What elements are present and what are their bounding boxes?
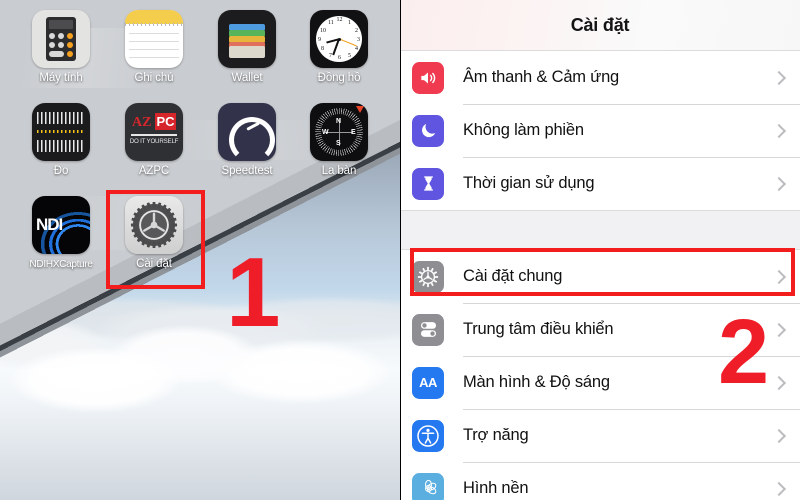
app-icon-ndihxcapture[interactable]: NDI NDIHXCapture bbox=[25, 196, 97, 271]
settings-gear-icon bbox=[125, 196, 183, 254]
speaker-icon bbox=[412, 61, 444, 94]
wallpaper-icon bbox=[412, 472, 444, 500]
moon-icon bbox=[412, 114, 444, 147]
app-icon-do[interactable]: Đo bbox=[32, 103, 90, 178]
chevron-right-icon bbox=[771, 123, 787, 138]
hourglass-icon bbox=[412, 167, 444, 200]
chevron-right-icon bbox=[771, 176, 787, 191]
app-label: Cài đặt bbox=[136, 258, 172, 270]
ndi-icon: NDI bbox=[32, 196, 90, 254]
app-label: Ghi chú bbox=[134, 72, 174, 84]
settings-row-tro-nang[interactable]: Trợ năng bbox=[400, 409, 800, 462]
speedtest-icon bbox=[218, 103, 276, 161]
app-icon-speedtest[interactable]: Speedtest bbox=[218, 103, 276, 178]
settings-row-label: Hình nền bbox=[463, 479, 529, 497]
page-title: Cài đặt bbox=[570, 14, 630, 35]
app-icon-ghi-chu[interactable]: Ghi chú bbox=[125, 10, 183, 85]
settings-row-khong-lam-phien[interactable]: Không làm phiền bbox=[400, 104, 800, 157]
settings-row-label: Trợ năng bbox=[463, 426, 529, 444]
measure-icon bbox=[32, 103, 90, 161]
chevron-right-icon bbox=[771, 70, 787, 85]
accessibility-icon bbox=[412, 419, 444, 452]
app-icon-dong-ho[interactable]: 12 1 2 3 4 5 6 7 8 9 10 11 Đồng hồ bbox=[310, 10, 368, 85]
clock-icon: 12 1 2 3 4 5 6 7 8 9 10 11 bbox=[310, 10, 368, 68]
chevron-right-icon bbox=[771, 481, 787, 496]
gear-icon bbox=[412, 260, 444, 293]
aa-icon: AA bbox=[412, 366, 444, 399]
notes-icon bbox=[125, 10, 183, 68]
screenshot-root: Máy tính Ghi chú Wallet 12 1 2 3 4 5 6 7… bbox=[0, 0, 800, 500]
ios-home-screen: Máy tính Ghi chú Wallet 12 1 2 3 4 5 6 7… bbox=[0, 0, 400, 500]
sliders-icon bbox=[412, 313, 444, 346]
chevron-right-icon bbox=[771, 428, 787, 443]
app-icon-wallet[interactable]: Wallet bbox=[218, 10, 276, 85]
aa-icon-label: AA bbox=[419, 375, 437, 390]
settings-row-am-thanh-cam-ung[interactable]: Âm thanh & Cảm ứng bbox=[400, 51, 800, 104]
ios-settings-screen: Cài đặt Âm thanh & Cảm ứng Không làm phi… bbox=[400, 0, 800, 500]
settings-row-hinh-nen[interactable]: Hình nền bbox=[400, 462, 800, 500]
azpc-tagline: DO IT YOURSELF bbox=[129, 138, 179, 145]
settings-group-separator bbox=[400, 210, 800, 250]
wallet-icon bbox=[218, 10, 276, 68]
app-icon-may-tinh[interactable]: Máy tính bbox=[32, 10, 90, 85]
settings-row-cai-dat-chung[interactable]: Cài đặt chung bbox=[400, 250, 800, 303]
app-icon-grid: Máy tính Ghi chú Wallet 12 1 2 3 4 5 6 7… bbox=[0, 0, 400, 500]
app-label: NDIHXCapture bbox=[29, 259, 93, 270]
azpc-icon: AZ PC DO IT YOURSELF bbox=[125, 103, 183, 161]
compass-icon: N E S W bbox=[310, 103, 368, 161]
app-label: Đồng hồ bbox=[317, 72, 361, 84]
settings-row-label: Thời gian sử dụng bbox=[463, 174, 595, 192]
chevron-right-icon bbox=[771, 269, 787, 284]
settings-row-label: Màn hình & Độ sáng bbox=[463, 373, 610, 391]
settings-row-trung-tam-dieu-khien[interactable]: Trung tâm điều khiển bbox=[400, 303, 800, 356]
app-icon-azpc[interactable]: AZ PC DO IT YOURSELF AZPC bbox=[125, 103, 183, 178]
panel-divider bbox=[400, 0, 401, 500]
app-icon-la-ban[interactable]: N E S W La bàn bbox=[310, 103, 368, 178]
ndi-text: NDI bbox=[36, 215, 63, 234]
settings-group-2: Cài đặt chung Trung tâm điều khiển AA Mà… bbox=[400, 250, 800, 500]
settings-row-label: Cài đặt chung bbox=[463, 267, 563, 285]
azpc-pc-text: PC bbox=[155, 113, 176, 130]
azpc-az-text: AZ bbox=[132, 115, 152, 130]
app-label: Speedtest bbox=[221, 165, 273, 177]
app-label: La bàn bbox=[321, 165, 357, 177]
settings-group-1: Âm thanh & Cảm ứng Không làm phiền Thời … bbox=[400, 51, 800, 210]
app-label: AZPC bbox=[138, 165, 170, 177]
app-icon-cai-dat[interactable]: Cài đặt bbox=[125, 196, 183, 271]
settings-row-label: Âm thanh & Cảm ứng bbox=[463, 68, 620, 86]
settings-row-thoi-gian-su-dung[interactable]: Thời gian sử dụng bbox=[400, 157, 800, 210]
calculator-icon bbox=[32, 10, 90, 68]
settings-nav-bar: Cài đặt bbox=[400, 0, 800, 51]
chevron-right-icon bbox=[771, 322, 787, 337]
app-label: Máy tính bbox=[39, 72, 83, 84]
settings-row-label: Trung tâm điều khiển bbox=[463, 320, 614, 338]
app-label: Đo bbox=[53, 165, 69, 177]
chevron-right-icon bbox=[771, 375, 787, 390]
settings-row-label: Không làm phiền bbox=[463, 121, 584, 139]
settings-row-man-hinh-do-sang[interactable]: AA Màn hình & Độ sáng bbox=[400, 356, 800, 409]
app-label: Wallet bbox=[231, 72, 263, 84]
